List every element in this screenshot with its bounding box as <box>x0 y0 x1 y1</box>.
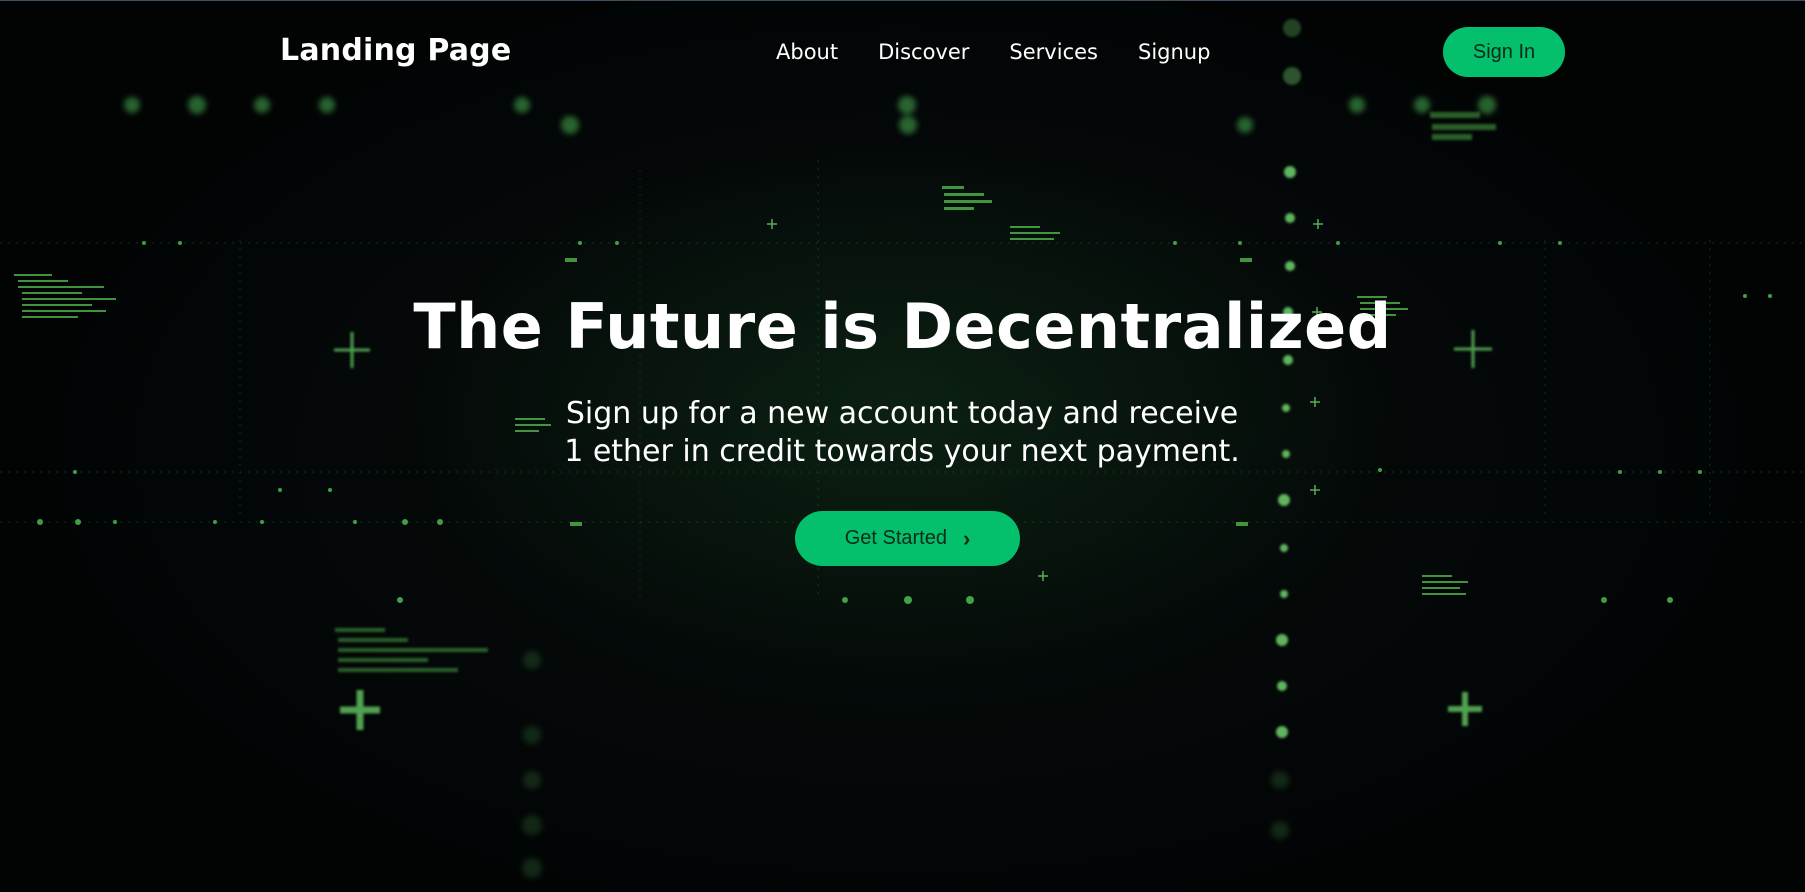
nav-links: About Discover Services Signup <box>776 40 1210 64</box>
nav-link-discover[interactable]: Discover <box>878 40 969 64</box>
brand-logo-text[interactable]: Landing Page <box>280 33 511 68</box>
hero-subtitle: Sign up for a new account today and rece… <box>564 396 1240 469</box>
sign-in-button[interactable]: Sign In <box>1443 27 1565 77</box>
get-started-label: Get Started <box>844 527 947 549</box>
chevron-right-icon: › <box>962 525 971 551</box>
nav-link-about[interactable]: About <box>776 40 838 64</box>
landing-page: Landing Page About Discover Services Sig… <box>0 0 1805 892</box>
nav-link-services[interactable]: Services <box>1009 40 1098 64</box>
nav-link-signup[interactable]: Signup <box>1138 40 1210 64</box>
get-started-button[interactable]: Get Started › <box>795 511 1020 566</box>
hero-title: The Future is Decentralized <box>413 290 1392 363</box>
navbar: Landing Page About Discover Services Sig… <box>0 0 1805 105</box>
